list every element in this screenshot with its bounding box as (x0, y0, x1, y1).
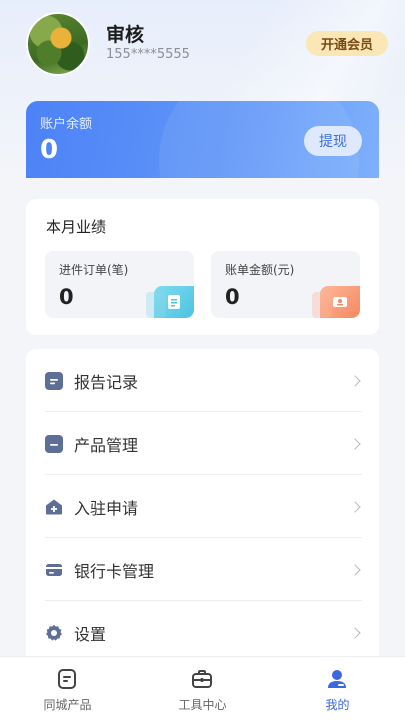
menu-item-settle-application[interactable]: 入驻申请 (26, 475, 379, 538)
gear-icon (45, 624, 63, 642)
folder-icon (45, 434, 63, 453)
tab-label: 工具中心 (178, 698, 227, 712)
withdraw-button[interactable]: 提现 (304, 126, 362, 156)
menu-item-label: 银行卡管理 (74, 561, 155, 581)
bank-card-icon (45, 561, 63, 579)
menu-list: 报告记录 产品管理 入驻申请 银行卡管理 设置 (26, 349, 379, 669)
tab-label: 同城产品 (43, 698, 92, 712)
tab-label: 我的 (325, 698, 350, 712)
order-document-icon (146, 286, 194, 318)
menu-item-label: 入驻申请 (74, 498, 139, 518)
tab-local-products[interactable]: 同城产品 (0, 657, 135, 720)
monthly-performance-card: 本月业绩 进件订单(笔) 0 账单金额(元) 0 (26, 199, 379, 335)
menu-item-report-records[interactable]: 报告记录 (26, 349, 379, 412)
home-plus-icon (45, 498, 63, 516)
balance-label: 账户余额 (40, 117, 93, 132)
balance-card: 账户余额 0 提现 (26, 101, 379, 178)
avatar[interactable] (26, 12, 90, 76)
chevron-right-icon (349, 437, 361, 450)
menu-item-label: 产品管理 (74, 435, 139, 455)
amount-stat[interactable]: 账单金额(元) 0 (211, 251, 360, 318)
orders-stat[interactable]: 进件订单(笔) 0 (45, 251, 194, 318)
chevron-right-icon (349, 563, 361, 576)
chevron-right-icon (349, 500, 361, 513)
profile-header: 审核 155****5555 开通会员 账户余额 0 提现 (0, 0, 405, 178)
menu-item-settings[interactable]: 设置 (26, 601, 379, 664)
menu-item-label: 报告记录 (74, 372, 139, 392)
user-phone: 155****5555 (106, 47, 190, 62)
chevron-right-icon (349, 626, 361, 639)
bottom-tab-bar: 同城产品 工具中心 我的 (0, 656, 405, 720)
vip-button[interactable]: 开通会员 (306, 31, 388, 56)
user-icon (328, 670, 346, 688)
user-name: 审核 (106, 24, 145, 46)
document-icon (58, 669, 76, 689)
chevron-right-icon (349, 374, 361, 387)
amount-stat-label: 账单金额(元) (225, 263, 295, 277)
bill-icon (312, 286, 360, 318)
menu-item-bank-card-management[interactable]: 银行卡管理 (26, 538, 379, 601)
orders-stat-label: 进件订单(笔) (59, 263, 129, 277)
amount-stat-value: 0 (225, 285, 240, 309)
balance-value: 0 (40, 135, 59, 165)
menu-item-product-management[interactable]: 产品管理 (26, 412, 379, 475)
performance-title: 本月业绩 (46, 218, 107, 236)
toolbox-icon (192, 670, 212, 688)
report-icon (45, 371, 63, 390)
menu-item-label: 设置 (74, 624, 107, 644)
tab-mine[interactable]: 我的 (270, 657, 405, 720)
tab-tool-center[interactable]: 工具中心 (135, 657, 270, 720)
orders-stat-value: 0 (59, 285, 74, 309)
